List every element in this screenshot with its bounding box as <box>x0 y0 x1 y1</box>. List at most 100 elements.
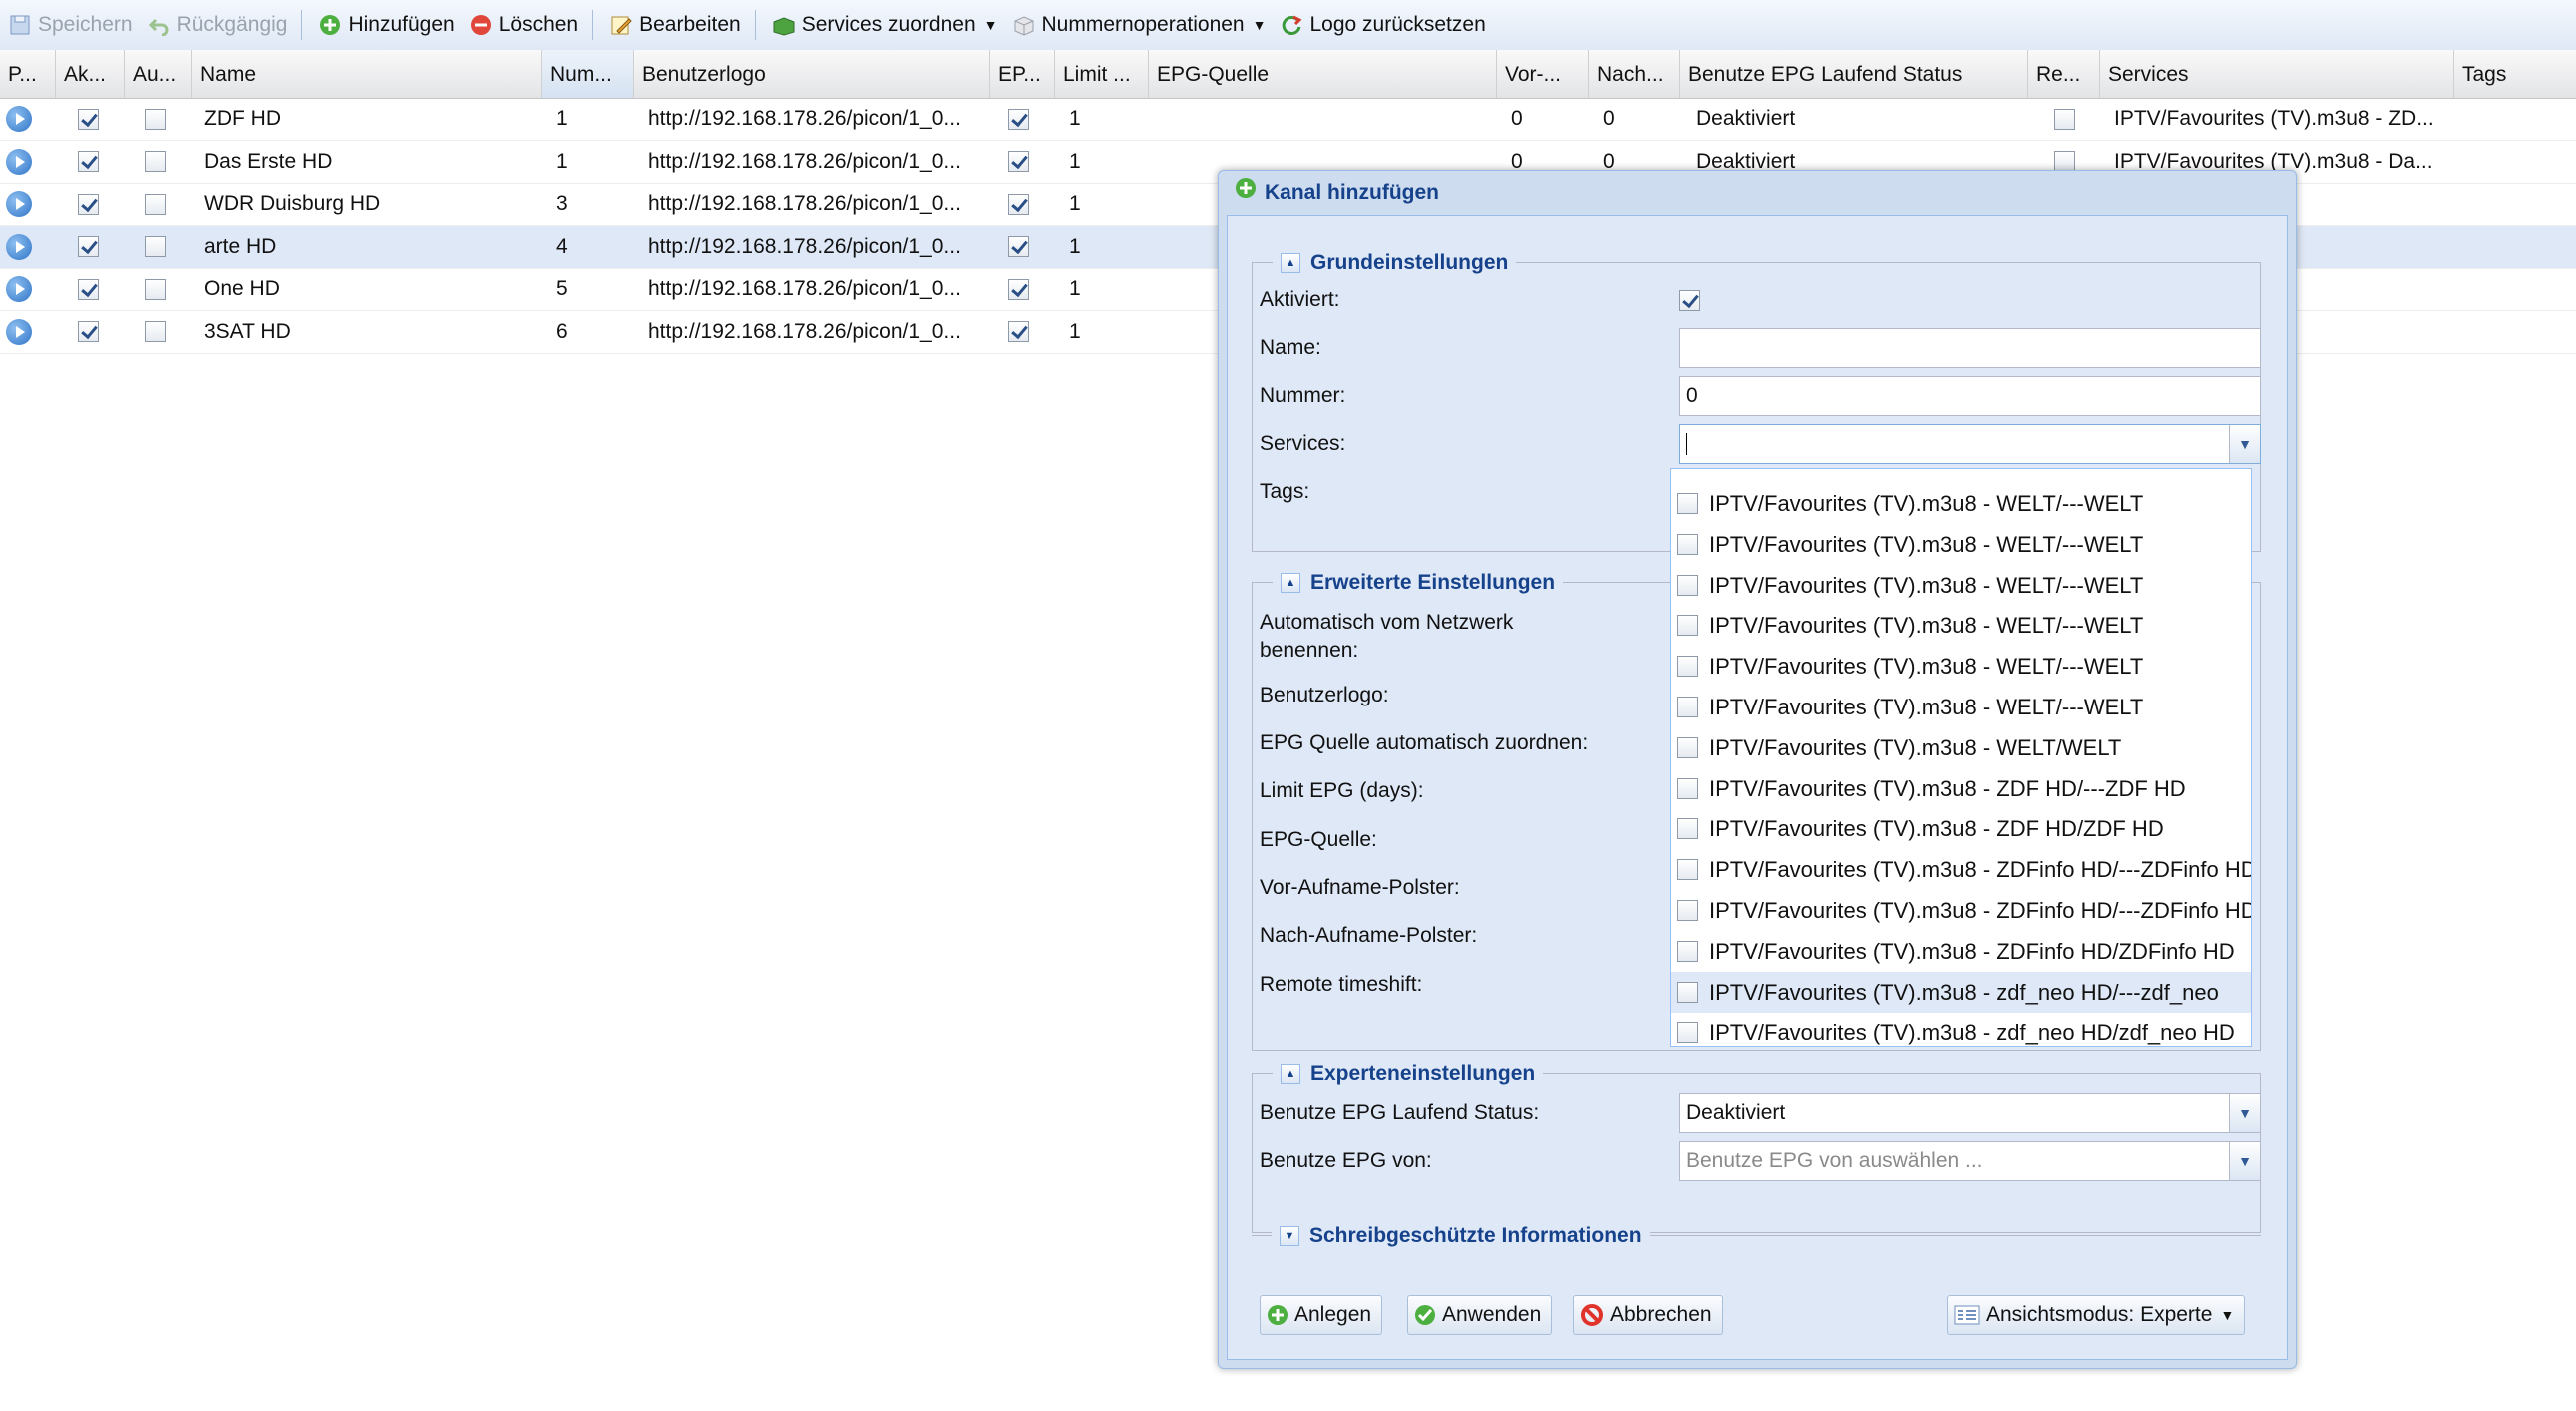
option-checkbox[interactable] <box>1677 940 1698 962</box>
column-header[interactable]: Nach... <box>1589 50 1680 98</box>
services-option[interactable]: IPTV/Favourites (TV).m3u8 - ZDF HD/ZDF H… <box>1671 808 2251 849</box>
map-services-button[interactable]: Services zuordnen ▼ <box>766 5 1004 45</box>
column-header[interactable]: Limit ... <box>1055 50 1149 98</box>
option-checkbox[interactable] <box>1677 736 1698 758</box>
column-header[interactable]: Re... <box>2028 50 2100 98</box>
play-icon[interactable] <box>6 276 32 303</box>
option-checkbox[interactable] <box>1677 777 1698 799</box>
chevron-down-icon[interactable]: ▼ <box>2229 1142 2260 1180</box>
column-header[interactable]: Benutzerlogo <box>634 50 990 98</box>
enabled-checkbox[interactable] <box>78 321 99 343</box>
column-header[interactable]: Ak... <box>56 50 125 98</box>
column-header[interactable]: Name <box>192 50 542 98</box>
number-operations-button[interactable]: Nummernoperationen ▼ <box>1006 5 1273 45</box>
column-header[interactable]: Vor-... <box>1497 50 1589 98</box>
option-checkbox[interactable] <box>1677 981 1698 1003</box>
option-checkbox[interactable] <box>1677 656 1698 678</box>
services-option[interactable]: IPTV/Favourites (TV).m3u8 - WELT/---WELT <box>1671 687 2251 727</box>
services-option[interactable]: IPTV/Favourites (TV).m3u8 - WELT/---WELT <box>1671 483 2251 524</box>
epg-auto-checkbox[interactable] <box>1008 151 1029 173</box>
autoname-checkbox[interactable] <box>145 193 166 215</box>
option-checkbox[interactable] <box>1677 615 1698 637</box>
column-header[interactable]: Services <box>2100 50 2454 98</box>
undo-button[interactable]: Rückgängig <box>141 5 294 45</box>
services-option[interactable]: IPTV/Favourites (TV).m3u8 - zdf_neo HD/z… <box>1671 1012 2251 1046</box>
option-checkbox[interactable] <box>1677 493 1698 514</box>
column-header[interactable]: Benutze EPG Laufend Status <box>1680 50 2028 98</box>
services-option[interactable]: IPTV/Favourites (TV).m3u8 - ZDFinfo HD/-… <box>1671 849 2251 890</box>
services-option[interactable]: IPTV/Favourites (TV).m3u8 - ZDFinfo HD/-… <box>1671 890 2251 931</box>
option-checkbox[interactable] <box>1677 574 1698 596</box>
column-header[interactable]: EPG-Quelle <box>1149 50 1497 98</box>
cancel-button[interactable]: Abbrechen <box>1573 1295 1723 1335</box>
dialog-title-bar[interactable]: Kanal hinzufügen <box>1219 171 2296 215</box>
services-dropdown-list[interactable]: IPTV/Favourites (TV).m3u8 - WELT/---WELT… <box>1670 468 2252 1047</box>
services-option[interactable]: IPTV/Favourites (TV).m3u8 - zdf_neo HD/-… <box>1671 971 2251 1013</box>
services-option[interactable]: IPTV/Favourites (TV).m3u8 - ZDFinfo HD/Z… <box>1671 931 2251 972</box>
column-header[interactable]: P... <box>0 50 56 98</box>
view-mode-button[interactable]: Ansichtsmodus: Experte ▼ <box>1947 1295 2246 1335</box>
enabled-checkbox[interactable] <box>78 236 99 258</box>
option-checkbox[interactable] <box>1677 533 1698 555</box>
epg-auto-label: EPG Quelle automatisch zuordnen: <box>1260 731 1589 754</box>
services-combobox[interactable]: ▼ <box>1679 424 2261 464</box>
epg-running-select[interactable]: Deaktiviert ▼ <box>1679 1093 2261 1133</box>
apply-button[interactable]: Anwenden <box>1407 1295 1553 1335</box>
enabled-checkbox[interactable] <box>1679 290 1700 311</box>
option-checkbox[interactable] <box>1677 859 1698 881</box>
play-icon[interactable] <box>6 318 32 345</box>
basic-settings-legend[interactable]: ▲ Grundeinstellungen <box>1273 246 1517 280</box>
check-icon <box>1414 1304 1436 1326</box>
epg-auto-checkbox[interactable] <box>1008 108 1029 130</box>
reset-logo-button[interactable]: Logo zurücksetzen <box>1274 5 1491 45</box>
option-checkbox[interactable] <box>1677 900 1698 921</box>
epg-auto-checkbox[interactable] <box>1008 193 1029 215</box>
services-option[interactable]: IPTV/Favourites (TV).m3u8 - WELT/---WELT <box>1671 605 2251 646</box>
services-option[interactable]: IPTV/Favourites (TV).m3u8 - WELT/---WELT <box>1671 524 2251 565</box>
epg-auto-checkbox[interactable] <box>1008 236 1029 258</box>
enabled-checkbox[interactable] <box>78 193 99 215</box>
remote-timeshift-checkbox[interactable] <box>2054 108 2075 130</box>
autoname-checkbox[interactable] <box>145 151 166 173</box>
enabled-checkbox[interactable] <box>78 151 99 173</box>
enabled-checkbox[interactable] <box>78 108 99 130</box>
play-icon[interactable] <box>6 191 32 218</box>
expert-settings-legend[interactable]: ▲ Experteneinstellungen <box>1273 1057 1544 1091</box>
column-header[interactable]: EP... <box>990 50 1055 98</box>
services-option[interactable]: IPTV/Favourites (TV).m3u8 - WELT/---WELT <box>1671 565 2251 606</box>
services-option[interactable]: IPTV/Favourites (TV).m3u8 - WELT/WELT <box>1671 727 2251 768</box>
option-checkbox[interactable] <box>1677 818 1698 840</box>
name-field[interactable] <box>1679 328 2261 368</box>
play-icon[interactable] <box>6 148 32 175</box>
autoname-checkbox[interactable] <box>145 321 166 343</box>
option-label: IPTV/Favourites (TV).m3u8 - WELT/---WELT <box>1709 491 2144 516</box>
play-icon[interactable] <box>6 233 32 260</box>
chevron-down-icon[interactable]: ▼ <box>2229 425 2260 463</box>
services-option[interactable]: IPTV/Favourites (TV).m3u8 - WELT/---WELT <box>1671 646 2251 687</box>
table-row[interactable]: ZDF HD 1 http://192.168.178.26/picon/1_0..… <box>0 98 2576 141</box>
readonly-info-legend[interactable]: ▼ Schreibgeschützte Informationen <box>1272 1219 1650 1253</box>
save-button[interactable]: Speichern <box>2 5 139 45</box>
column-header[interactable]: Au... <box>125 50 192 98</box>
post-padding-label: Nach-Aufname-Polster: <box>1260 924 1478 947</box>
epg-auto-checkbox[interactable] <box>1008 278 1029 300</box>
create-button[interactable]: Anlegen <box>1260 1295 1383 1335</box>
delete-button[interactable]: Löschen <box>463 5 584 45</box>
option-checkbox[interactable] <box>1677 697 1698 717</box>
play-icon[interactable] <box>6 106 32 133</box>
epg-auto-checkbox[interactable] <box>1008 321 1029 343</box>
services-option[interactable]: IPTV/Favourites (TV).m3u8 - ZDF HD/---ZD… <box>1671 768 2251 809</box>
edit-button[interactable]: Bearbeiten <box>603 5 747 45</box>
autoname-checkbox[interactable] <box>145 278 166 300</box>
number-field[interactable]: 0 <box>1679 376 2261 416</box>
epg-from-select[interactable]: Benutze EPG von auswählen ... ▼ <box>1679 1141 2261 1181</box>
column-header-sorted[interactable]: Num... <box>542 50 634 98</box>
column-header[interactable]: Tags <box>2454 50 2576 98</box>
chevron-down-icon[interactable]: ▼ <box>2229 1094 2260 1132</box>
autoname-checkbox[interactable] <box>145 108 166 130</box>
enabled-checkbox[interactable] <box>78 278 99 300</box>
add-button[interactable]: Hinzufügen <box>312 5 460 45</box>
advanced-settings-legend[interactable]: ▲ Erweiterte Einstellungen <box>1273 566 1564 600</box>
option-checkbox[interactable] <box>1677 1022 1698 1044</box>
autoname-checkbox[interactable] <box>145 236 166 258</box>
